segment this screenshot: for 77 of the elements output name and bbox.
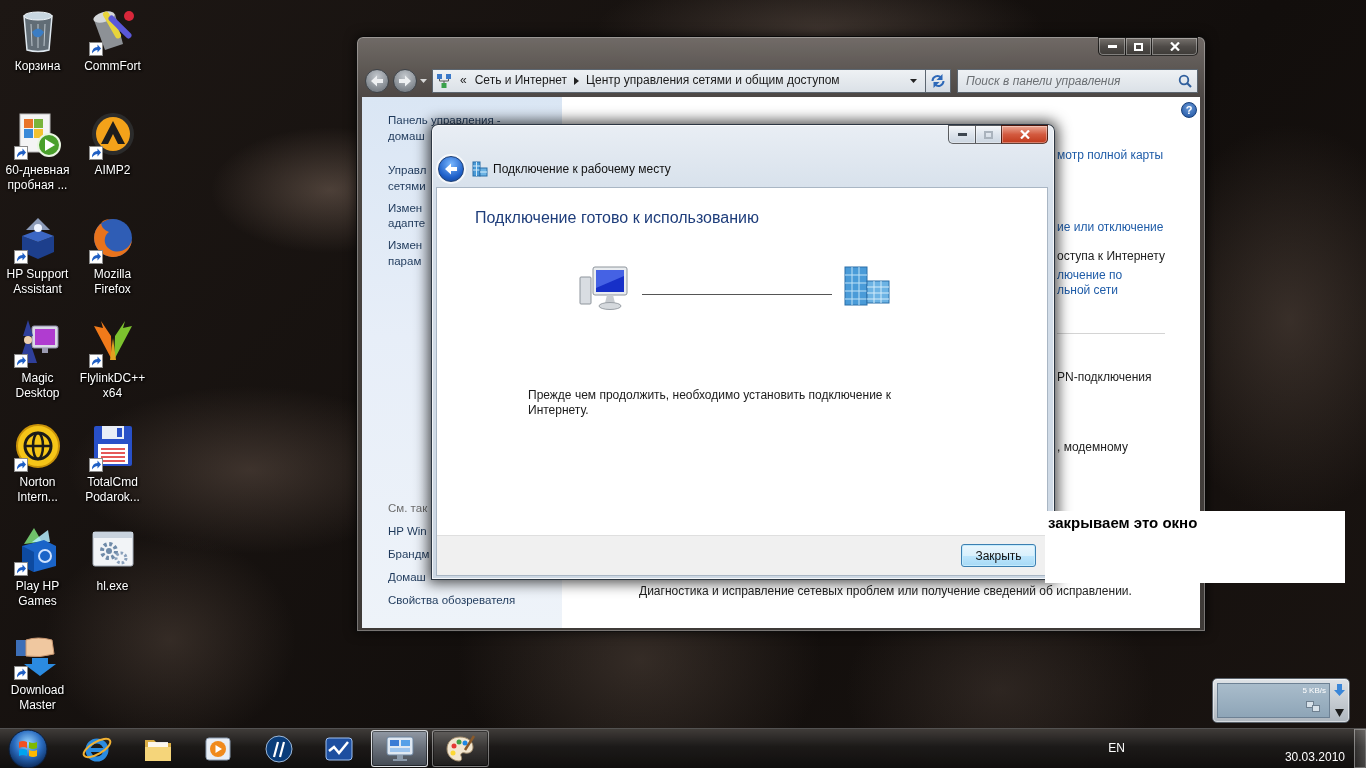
close-dialog-button[interactable]: Закрыть <box>961 544 1036 567</box>
left-arrow-icon <box>444 163 458 175</box>
task-description: , модемному <box>1057 440 1128 455</box>
desktop-item[interactable]: Norton Intern... <box>1 416 74 507</box>
start-orb-icon <box>8 728 48 768</box>
sidebar-link[interactable]: Измен парам <box>388 238 423 269</box>
desktop-item[interactable]: FlylinkDC++ x64 <box>76 312 149 403</box>
desktop-item[interactable]: Mozilla Firefox <box>76 208 149 299</box>
close-button[interactable] <box>1151 37 1198 56</box>
see-also-heading: См. так <box>388 501 428 516</box>
sidebar-link[interactable]: Панель управления - домаш <box>388 113 501 144</box>
sidebar-link[interactable]: HP Win <box>388 524 427 539</box>
address-bar[interactable]: « Сеть и Интернет Центр управления сетями и общим доступом <box>432 68 925 93</box>
building-icon <box>472 161 488 177</box>
caret-right-icon[interactable] <box>574 76 580 85</box>
desktop-item[interactable]: Корзина <box>1 0 74 76</box>
minimize-button[interactable] <box>1098 37 1125 56</box>
refresh-icon <box>930 72 946 89</box>
transfer-speed: 5 KB/s <box>1302 686 1326 696</box>
task-description: PN-подключения <box>1057 370 1152 385</box>
desktop-item[interactable]: Download Master <box>1 624 74 715</box>
sidebar-link[interactable]: Измен адапте <box>388 200 426 232</box>
maximize-button[interactable] <box>1125 37 1151 56</box>
breadcrumb-overflow-button[interactable]: « <box>456 73 471 88</box>
refresh-button[interactable] <box>925 68 951 93</box>
sidebar-link[interactable]: Домаш <box>388 570 426 585</box>
close-icon <box>1169 42 1180 51</box>
sidebar-link[interactable]: Брандм <box>388 547 430 562</box>
desktop-item[interactable]: 60-дневная пробная ... <box>1 104 74 195</box>
desktop-item[interactable]: Magic Desktop <box>1 312 74 403</box>
right-arrow-icon <box>398 74 412 87</box>
desktop-item[interactable]: Play HP Games <box>1 520 74 611</box>
globe-badge-icon <box>13 422 62 470</box>
search-field[interactable]: Поиск в панели управления <box>957 68 1198 93</box>
desktop-item[interactable]: HP Support Assistant <box>1 208 74 299</box>
network-computers-icon <box>1306 701 1320 712</box>
sidebar-link[interactable]: Свойства обозревателя <box>388 593 516 608</box>
dialog-message: Прежде чем продолжить, необходимо установить подключение к Интернету. <box>528 388 893 418</box>
maximize-icon <box>984 130 993 139</box>
task-link[interactable]: лючение по льной сети <box>1057 268 1123 298</box>
task-link[interactable]: мотр полной карты <box>1057 148 1164 163</box>
back-button[interactable] <box>438 156 464 182</box>
taskbar-button[interactable] <box>371 730 428 767</box>
taskbar-button[interactable] <box>431 730 489 767</box>
caret-down-icon <box>419 78 427 83</box>
left-arrow-icon <box>370 74 384 87</box>
search-icon[interactable] <box>1178 73 1192 88</box>
minimize-button[interactable] <box>948 125 975 144</box>
breadcrumb-link[interactable]: Сеть и Интернет <box>470 73 572 88</box>
disc-logo-icon <box>262 732 295 765</box>
desktop-item[interactable]: CommFort <box>76 0 149 76</box>
annotation-note: закрываем это окно <box>1045 511 1345 583</box>
caret-down-icon <box>910 78 917 83</box>
breadcrumb-link[interactable]: Центр управления сетями и общим доступом <box>582 73 844 88</box>
clock-date[interactable]: 30.03.2010 <box>1284 750 1345 765</box>
task-link[interactable]: ие или отключение <box>1057 220 1164 235</box>
task-description: Диагностика и исправление сетевых проблем или получение сведений об исправлении. <box>639 584 1133 599</box>
show-desktop-button[interactable] <box>1354 729 1366 768</box>
close-button[interactable] <box>1001 125 1048 144</box>
start-button[interactable] <box>8 728 48 768</box>
minimize-icon <box>957 133 967 136</box>
dialog-heading: Подключение готово к использованию <box>475 208 759 228</box>
maximize-icon <box>1134 42 1143 51</box>
sidebar-link[interactable]: Управл сетями <box>388 163 427 194</box>
dialog-title: Подключение к рабочему месту <box>493 161 671 177</box>
desktop-item[interactable]: hl.exe <box>76 520 149 596</box>
language-indicator[interactable]: EN <box>1108 741 1125 756</box>
caret-down-icon[interactable] <box>1335 709 1344 717</box>
down-arrow-icon[interactable] <box>1334 684 1345 696</box>
network-icon <box>436 72 452 89</box>
office-building-icon <box>841 265 893 307</box>
minimize-icon <box>1107 45 1117 48</box>
task-description: оступа к Интернету <box>1057 249 1165 264</box>
computer-icon <box>579 265 629 311</box>
desktop-item[interactable]: AIMP2 <box>76 104 149 180</box>
desktop-item[interactable]: TotalCmd Podarok... <box>76 416 149 507</box>
close-icon <box>1019 130 1030 139</box>
